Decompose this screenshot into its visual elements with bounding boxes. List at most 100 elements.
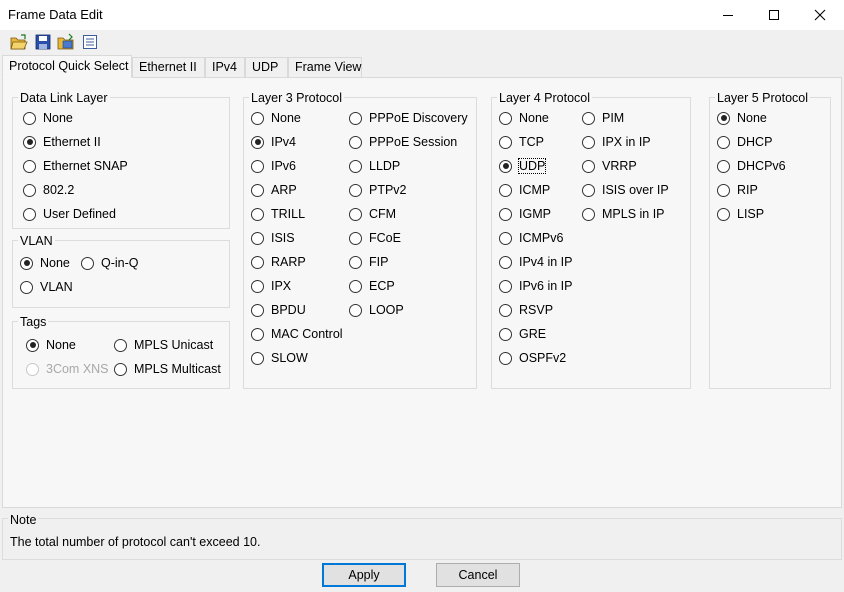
- radio-label: None: [40, 256, 70, 270]
- radio-label: 3Com XNS: [46, 362, 109, 376]
- radio-unchecked-icon: [717, 207, 730, 221]
- layer3-radio-ipv4[interactable]: IPv4: [251, 134, 296, 150]
- layer3-radio-bpdu[interactable]: BPDU: [251, 302, 306, 318]
- radio-label: ICMP: [519, 183, 551, 197]
- layer3-radio-arp[interactable]: ARP: [251, 182, 297, 198]
- radio-unchecked-icon: [349, 303, 362, 317]
- tab-udp[interactable]: UDP: [245, 57, 288, 77]
- layer3-radio-ecp[interactable]: ECP: [349, 278, 395, 294]
- layer3-radio-pppoe-session[interactable]: PPPoE Session: [349, 134, 457, 150]
- layer3-radio-trill[interactable]: TRILL: [251, 206, 305, 222]
- layer3-radio-pppoe-discovery[interactable]: PPPoE Discovery: [349, 110, 468, 126]
- radio-unchecked-icon: [717, 135, 730, 149]
- radio-unchecked-icon: [23, 207, 36, 221]
- tab-frame-view[interactable]: Frame View: [288, 57, 362, 77]
- radio-label: IPX in IP: [602, 135, 651, 149]
- layer4-radio-icmp[interactable]: ICMP: [499, 182, 550, 198]
- radio-label: RARP: [271, 255, 306, 269]
- layer4-radio-isis-over-ip[interactable]: ISIS over IP: [582, 182, 669, 198]
- layer3-radio-rarp[interactable]: RARP: [251, 254, 306, 270]
- tags-title: Tags: [18, 315, 49, 329]
- layer4-radio-tcp[interactable]: TCP: [499, 134, 544, 150]
- layer4-radio-rsvp[interactable]: RSVP: [499, 302, 553, 318]
- save-icon[interactable]: [34, 33, 52, 51]
- data-link-radio-ethernet-ii[interactable]: Ethernet II: [23, 134, 101, 150]
- layer4-radio-none[interactable]: None: [499, 110, 549, 126]
- radio-label: DHCPv6: [737, 159, 786, 173]
- load-icon[interactable]: [57, 33, 75, 51]
- layer4-radio-ospfv2[interactable]: OSPFv2: [499, 350, 566, 366]
- data-link-radio-user-defined[interactable]: User Defined: [23, 206, 116, 222]
- layer3-radio-ipv6[interactable]: IPv6: [251, 158, 296, 174]
- tab-ipv4[interactable]: IPv4: [205, 57, 245, 77]
- radio-label: MPLS Unicast: [134, 338, 214, 352]
- data-link-radio-none[interactable]: None: [23, 110, 73, 126]
- radio-unchecked-icon: [251, 183, 264, 197]
- open-folder-icon[interactable]: [10, 33, 28, 51]
- vlan-radio-vlan[interactable]: VLAN: [20, 279, 73, 295]
- radio-label: ECP: [369, 279, 395, 293]
- radio-unchecked-icon: [349, 255, 362, 269]
- close-icon[interactable]: [797, 0, 843, 30]
- layer4-radio-ipv6-in-ip[interactable]: IPv6 in IP: [499, 278, 573, 294]
- maximize-icon[interactable]: [751, 0, 797, 30]
- layer4-protocol-title: Layer 4 Protocol: [497, 91, 593, 105]
- radio-unchecked-icon: [251, 255, 264, 269]
- layer3-radio-fip[interactable]: FIP: [349, 254, 388, 270]
- radio-label: ISIS over IP: [602, 183, 669, 197]
- layer4-radio-gre[interactable]: GRE: [499, 326, 546, 342]
- vlan-radio-none[interactable]: None: [20, 255, 70, 271]
- data-link-radio-802-2[interactable]: 802.2: [23, 182, 74, 198]
- properties-icon[interactable]: [81, 33, 99, 51]
- radio-label: ARP: [271, 183, 297, 197]
- layer5-radio-none[interactable]: None: [717, 110, 767, 126]
- radio-unchecked-icon: [717, 159, 730, 173]
- layer4-radio-mpls-in-ip[interactable]: MPLS in IP: [582, 206, 665, 222]
- layer3-radio-loop[interactable]: LOOP: [349, 302, 404, 318]
- layer3-radio-lldp[interactable]: LLDP: [349, 158, 400, 174]
- layer5-radio-lisp[interactable]: LISP: [717, 206, 764, 222]
- layer4-radio-ipx-in-ip[interactable]: IPX in IP: [582, 134, 651, 150]
- radio-unchecked-icon: [582, 135, 595, 149]
- layer4-radio-icmpv6[interactable]: ICMPv6: [499, 230, 563, 246]
- radio-label: RSVP: [519, 303, 554, 317]
- layer3-radio-isis[interactable]: ISIS: [251, 230, 295, 246]
- layer3-radio-mac-control[interactable]: MAC Control: [251, 326, 343, 342]
- radio-unchecked-icon: [499, 279, 512, 293]
- layer3-radio-none[interactable]: None: [251, 110, 301, 126]
- tags-radio-none[interactable]: None: [26, 337, 76, 353]
- apply-button[interactable]: Apply: [322, 563, 406, 587]
- layer4-radio-igmp[interactable]: IGMP: [499, 206, 551, 222]
- layer4-radio-pim[interactable]: PIM: [582, 110, 624, 126]
- layer4-radio-ipv4-in-ip[interactable]: IPv4 in IP: [499, 254, 573, 270]
- radio-label: CFM: [369, 207, 397, 221]
- layer3-radio-cfm[interactable]: CFM: [349, 206, 396, 222]
- layer3-radio-ipx[interactable]: IPX: [251, 278, 291, 294]
- data-link-radio-ethernet-snap[interactable]: Ethernet SNAP: [23, 158, 128, 174]
- layer3-radio-fcoe[interactable]: FCoE: [349, 230, 401, 246]
- radio-label: IGMP: [519, 207, 551, 221]
- radio-label: MAC Control: [271, 327, 343, 341]
- vlan-radio-q-in-q[interactable]: Q-in-Q: [81, 255, 139, 271]
- layer4-radio-vrrp[interactable]: VRRP: [582, 158, 637, 174]
- tab-ethernet-ii[interactable]: Ethernet II: [132, 57, 205, 77]
- minimize-icon[interactable]: [705, 0, 751, 30]
- tags-radio-mpls-multicast[interactable]: MPLS Multicast: [114, 361, 221, 377]
- layer3-radio-slow[interactable]: SLOW: [251, 350, 308, 366]
- layer5-radio-dhcpv6[interactable]: DHCPv6: [717, 158, 786, 174]
- radio-unchecked-icon: [582, 159, 595, 173]
- tags-radio-mpls-unicast[interactable]: MPLS Unicast: [114, 337, 213, 353]
- layer4-radio-udp[interactable]: UDP: [499, 158, 547, 174]
- radio-label: Q-in-Q: [101, 256, 139, 270]
- radio-label: None: [271, 111, 301, 125]
- layer5-radio-dhcp[interactable]: DHCP: [717, 134, 772, 150]
- radio-label: MPLS Multicast: [134, 362, 221, 376]
- radio-unchecked-icon: [499, 135, 512, 149]
- radio-label: LISP: [737, 207, 765, 221]
- note-title: Note: [8, 513, 39, 527]
- layer3-radio-ptpv2[interactable]: PTPv2: [349, 182, 407, 198]
- radio-unchecked-icon: [20, 280, 33, 294]
- tab-protocol-quick-select[interactable]: Protocol Quick Select: [2, 55, 132, 78]
- layer5-radio-rip[interactable]: RIP: [717, 182, 758, 198]
- cancel-button[interactable]: Cancel: [436, 563, 520, 587]
